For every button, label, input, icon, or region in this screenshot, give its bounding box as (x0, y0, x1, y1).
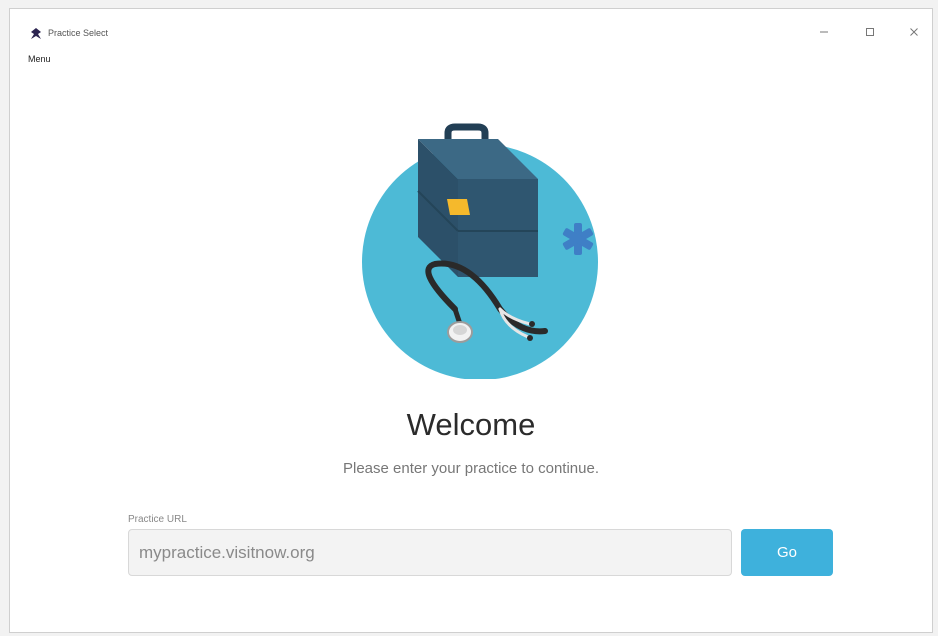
welcome-heading: Welcome (406, 407, 536, 442)
app-window: Practice Select Menu Welcome Please ente… (9, 8, 933, 633)
welcome-subtitle: Please enter your practice to continue. (343, 460, 599, 477)
practice-url-input[interactable] (128, 529, 732, 576)
maximize-icon (865, 24, 875, 42)
minimize-icon (819, 24, 829, 42)
hero-illustration (360, 119, 610, 380)
menu-bar: Menu (10, 49, 932, 67)
app-logo-icon (30, 27, 42, 39)
maximize-button[interactable] (856, 23, 884, 43)
window-title: Practice Select (48, 28, 109, 38)
medical-bag-icon (417, 123, 538, 277)
close-icon (909, 24, 919, 42)
go-button[interactable]: Go (741, 529, 833, 576)
menu-button[interactable]: Menu (28, 54, 51, 64)
minimize-button[interactable] (810, 23, 838, 43)
practice-url-label: Practice URL (128, 514, 187, 525)
close-button[interactable] (900, 23, 928, 43)
title-bar[interactable]: Practice Select (10, 9, 932, 49)
